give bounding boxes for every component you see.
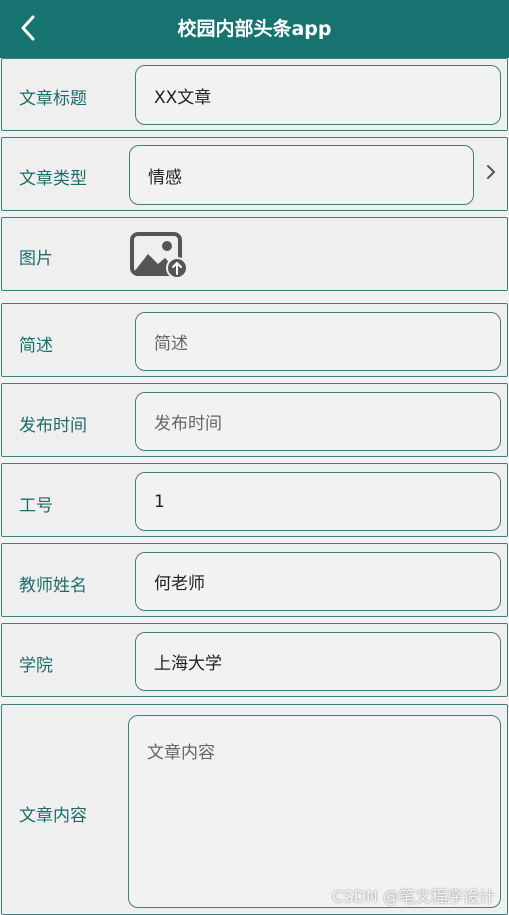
teacher-name-label: 教师姓名: [19, 576, 87, 596]
teacher-name-input[interactable]: 何老师: [135, 552, 501, 611]
employee-id-row: 工号 1: [1, 463, 508, 537]
summary-label: 简述: [19, 336, 53, 356]
college-row: 学院 上海大学: [1, 623, 508, 697]
content-label: 文章内容: [19, 806, 87, 826]
publish-time-row: 发布时间 发布时间: [1, 383, 508, 457]
content-textarea[interactable]: 文章内容: [128, 715, 501, 908]
employee-id-input[interactable]: 1: [135, 472, 501, 531]
publish-time-label: 发布时间: [19, 416, 87, 436]
image-label: 图片: [19, 249, 53, 269]
type-label: 文章类型: [19, 169, 87, 189]
title-row: 文章标题 XX文章: [1, 58, 508, 131]
image-upload-icon[interactable]: [129, 228, 189, 280]
watermark: CSDN @笔文程序设计: [332, 887, 495, 906]
title-label: 文章标题: [19, 89, 87, 109]
app-header: 校园内部头条app: [0, 0, 509, 58]
image-row: 图片: [1, 217, 508, 291]
employee-id-label: 工号: [19, 496, 53, 516]
college-input[interactable]: 上海大学: [135, 632, 501, 691]
page-title: 校园内部头条app: [177, 18, 332, 40]
chevron-right-icon[interactable]: [483, 164, 499, 180]
college-label: 学院: [19, 656, 53, 676]
summary-input[interactable]: 简述: [135, 312, 501, 371]
title-input[interactable]: XX文章: [135, 65, 501, 125]
type-row[interactable]: 文章类型 情感: [1, 137, 508, 211]
type-select[interactable]: 情感: [129, 145, 474, 205]
publish-time-input[interactable]: 发布时间: [135, 392, 501, 451]
summary-row: 简述 简述: [1, 303, 508, 377]
teacher-name-row: 教师姓名 何老师: [1, 543, 508, 617]
